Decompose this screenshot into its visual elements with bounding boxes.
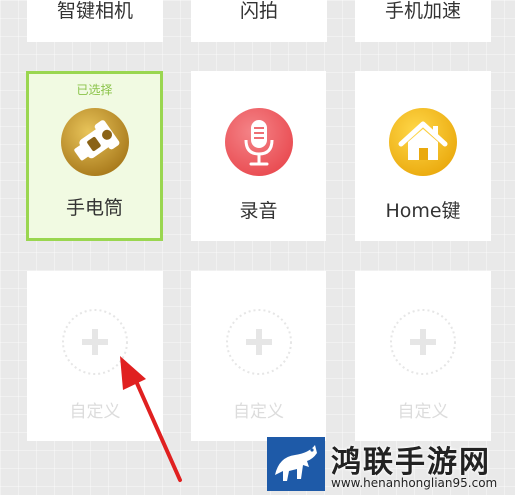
shortcut-label-recorder: 录音: [239, 200, 278, 222]
shortcut-label-smart-camera: 智键相机: [56, 0, 133, 22]
watermark-url: www.henanhonglian95.com: [331, 476, 498, 490]
custom-slot-1[interactable]: 自定义: [27, 271, 163, 441]
custom-slot-label: 自定义: [397, 402, 449, 422]
watermark-title: 鸿联手游网: [331, 445, 491, 480]
custom-slot-label: 自定义: [233, 402, 284, 422]
shortcut-card-quick-shot[interactable]: 闪拍: [191, 0, 327, 42]
shortcut-card-smart-camera[interactable]: 智键相机: [27, 0, 163, 42]
custom-slot-2[interactable]: 自定义: [191, 271, 326, 441]
selected-badge: 已选择: [76, 83, 113, 97]
shortcut-card-phone-boost[interactable]: 手机加速: [355, 0, 491, 42]
plus-icon: [388, 307, 458, 377]
plus-icon: [224, 307, 294, 377]
custom-slot-label: 自定义: [69, 402, 121, 422]
shortcut-card-home-key[interactable]: Home键: [355, 71, 491, 241]
shortcut-label-flashlight: 手电筒: [65, 197, 123, 219]
watermark-logo: [267, 437, 325, 491]
shortcut-card-recorder[interactable]: 录音: [191, 71, 326, 241]
microphone-icon: [223, 106, 295, 178]
flashlight-icon: [59, 106, 131, 178]
watermark: 鸿联手游网 www.henanhonglian95.com: [265, 435, 515, 495]
shortcut-card-flashlight[interactable]: 已选择 手电筒: [26, 71, 163, 241]
plus-icon: [60, 307, 130, 377]
shortcut-label-phone-boost: 手机加速: [384, 0, 461, 22]
shortcut-label-quick-shot: 闪拍: [239, 0, 278, 22]
custom-slot-3[interactable]: 自定义: [355, 271, 491, 441]
home-icon: [387, 106, 459, 178]
shortcut-label-home-key: Home键: [385, 200, 461, 222]
